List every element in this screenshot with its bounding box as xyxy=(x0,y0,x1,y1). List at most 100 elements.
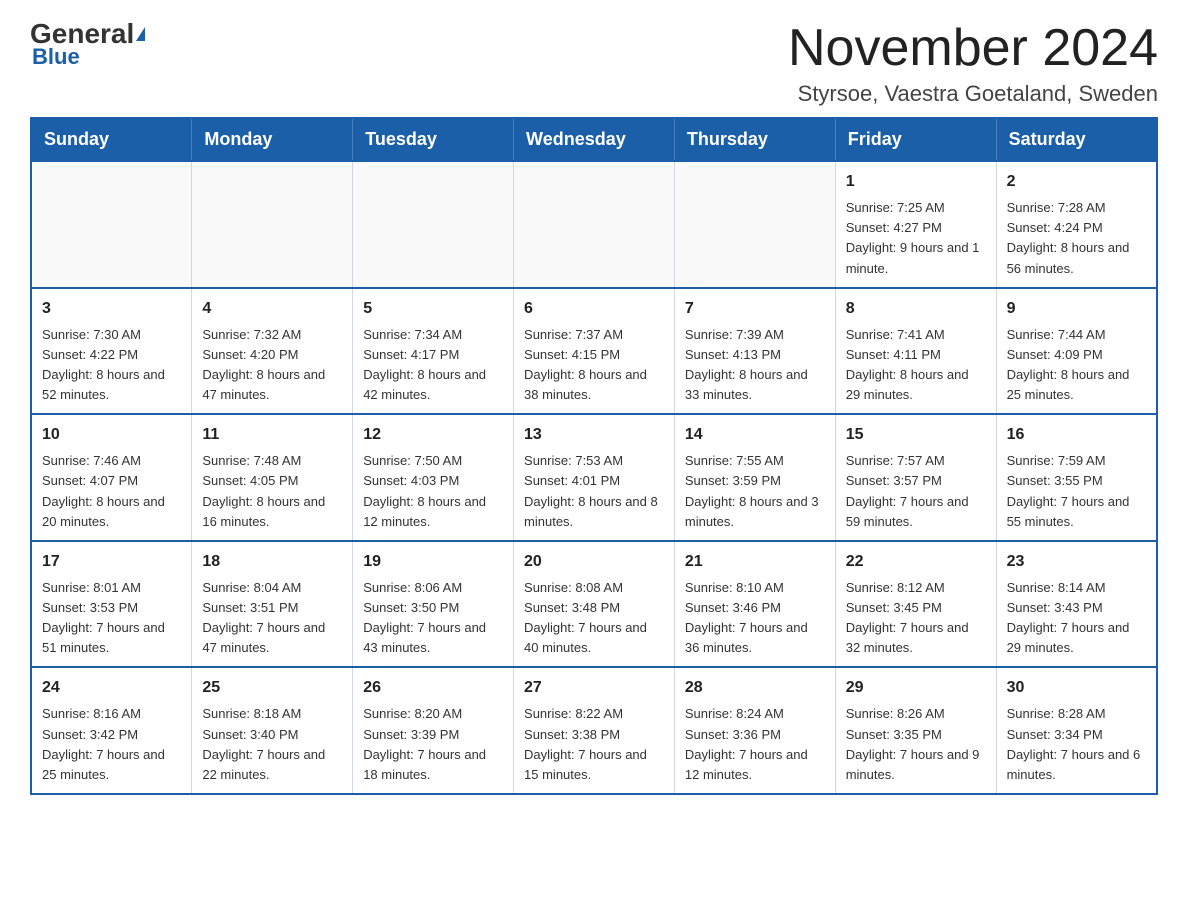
calendar-cell: 27 Sunrise: 8:22 AM Sunset: 3:38 PM Dayli… xyxy=(514,667,675,794)
day-info: Sunrise: 7:50 AM Sunset: 4:03 PM Dayligh… xyxy=(363,451,503,532)
calendar-cell: 22 Sunrise: 8:12 AM Sunset: 3:45 PM Dayli… xyxy=(835,541,996,668)
calendar-cell: 8Sunrise: 7:41 AM Sunset: 4:11 PM Daylig… xyxy=(835,288,996,415)
day-number: 30 xyxy=(1007,676,1146,700)
calendar-cell: 24 Sunrise: 8:16 AM Sunset: 3:42 PM Dayli… xyxy=(31,667,192,794)
column-header-thursday: Thursday xyxy=(674,118,835,161)
day-number: 6 xyxy=(524,297,664,321)
location-title: Styrsoe, Vaestra Goetaland, Sweden xyxy=(788,81,1158,107)
calendar-cell: 10Sunrise: 7:46 AM Sunset: 4:07 PM Dayli… xyxy=(31,414,192,541)
day-number: 20 xyxy=(524,550,664,574)
calendar-cell: 5 Sunrise: 7:34 AM Sunset: 4:17 PM Daylig… xyxy=(353,288,514,415)
calendar-cell: 30 Sunrise: 8:28 AM Sunset: 3:34 PM Dayli… xyxy=(996,667,1157,794)
calendar-week-row: 3 Sunrise: 7:30 AM Sunset: 4:22 PM Daylig… xyxy=(31,288,1157,415)
calendar-cell: 20 Sunrise: 8:08 AM Sunset: 3:48 PM Dayli… xyxy=(514,541,675,668)
day-info: Sunrise: 8:12 AM Sunset: 3:45 PM Dayligh… xyxy=(846,578,986,659)
day-number: 28 xyxy=(685,676,825,700)
day-info: Sunrise: 7:25 AM Sunset: 4:27 PM Dayligh… xyxy=(846,198,986,279)
calendar-cell: 2 Sunrise: 7:28 AM Sunset: 4:24 PM Daylig… xyxy=(996,161,1157,288)
day-number: 7 xyxy=(685,297,825,321)
day-number: 13 xyxy=(524,423,664,447)
month-title: November 2024 xyxy=(788,20,1158,77)
day-info: Sunrise: 7:39 AM Sunset: 4:13 PM Dayligh… xyxy=(685,325,825,406)
calendar-cell: 26Sunrise: 8:20 AM Sunset: 3:39 PM Dayli… xyxy=(353,667,514,794)
day-number: 15 xyxy=(846,423,986,447)
calendar-cell: 4 Sunrise: 7:32 AM Sunset: 4:20 PM Daylig… xyxy=(192,288,353,415)
day-info: Sunrise: 8:26 AM Sunset: 3:35 PM Dayligh… xyxy=(846,704,986,785)
day-info: Sunrise: 7:34 AM Sunset: 4:17 PM Dayligh… xyxy=(363,325,503,406)
day-number: 1 xyxy=(846,170,986,194)
calendar-cell: 1 Sunrise: 7:25 AM Sunset: 4:27 PM Daylig… xyxy=(835,161,996,288)
day-info: Sunrise: 7:59 AM Sunset: 3:55 PM Dayligh… xyxy=(1007,451,1146,532)
column-header-tuesday: Tuesday xyxy=(353,118,514,161)
day-number: 16 xyxy=(1007,423,1146,447)
column-header-sunday: Sunday xyxy=(31,118,192,161)
day-number: 25 xyxy=(202,676,342,700)
calendar-cell xyxy=(31,161,192,288)
logo-blue-text: Blue xyxy=(32,44,80,70)
day-info: Sunrise: 8:16 AM Sunset: 3:42 PM Dayligh… xyxy=(42,704,181,785)
day-info: Sunrise: 8:08 AM Sunset: 3:48 PM Dayligh… xyxy=(524,578,664,659)
calendar-cell: 11 Sunrise: 7:48 AM Sunset: 4:05 PM Dayli… xyxy=(192,414,353,541)
day-number: 21 xyxy=(685,550,825,574)
calendar-cell: 3 Sunrise: 7:30 AM Sunset: 4:22 PM Daylig… xyxy=(31,288,192,415)
calendar-cell: 6 Sunrise: 7:37 AM Sunset: 4:15 PM Daylig… xyxy=(514,288,675,415)
column-header-wednesday: Wednesday xyxy=(514,118,675,161)
day-info: Sunrise: 7:30 AM Sunset: 4:22 PM Dayligh… xyxy=(42,325,181,406)
calendar-cell xyxy=(353,161,514,288)
calendar-table: SundayMondayTuesdayWednesdayThursdayFrid… xyxy=(30,117,1158,795)
day-info: Sunrise: 7:37 AM Sunset: 4:15 PM Dayligh… xyxy=(524,325,664,406)
calendar-cell: 18Sunrise: 8:04 AM Sunset: 3:51 PM Dayli… xyxy=(192,541,353,668)
calendar-cell xyxy=(192,161,353,288)
calendar-week-row: 1 Sunrise: 7:25 AM Sunset: 4:27 PM Daylig… xyxy=(31,161,1157,288)
day-number: 3 xyxy=(42,297,181,321)
page-header: General Blue November 2024 Styrsoe, Vaes… xyxy=(30,20,1158,107)
day-number: 22 xyxy=(846,550,986,574)
day-info: Sunrise: 7:44 AM Sunset: 4:09 PM Dayligh… xyxy=(1007,325,1146,406)
day-info: Sunrise: 7:55 AM Sunset: 3:59 PM Dayligh… xyxy=(685,451,825,532)
calendar-cell: 9 Sunrise: 7:44 AM Sunset: 4:09 PM Daylig… xyxy=(996,288,1157,415)
calendar-cell: 25 Sunrise: 8:18 AM Sunset: 3:40 PM Dayli… xyxy=(192,667,353,794)
day-number: 29 xyxy=(846,676,986,700)
day-info: Sunrise: 7:28 AM Sunset: 4:24 PM Dayligh… xyxy=(1007,198,1146,279)
calendar-cell: 16 Sunrise: 7:59 AM Sunset: 3:55 PM Dayli… xyxy=(996,414,1157,541)
day-number: 24 xyxy=(42,676,181,700)
calendar-cell: 17Sunrise: 8:01 AM Sunset: 3:53 PM Dayli… xyxy=(31,541,192,668)
column-header-saturday: Saturday xyxy=(996,118,1157,161)
calendar-cell xyxy=(674,161,835,288)
calendar-week-row: 17Sunrise: 8:01 AM Sunset: 3:53 PM Dayli… xyxy=(31,541,1157,668)
calendar-cell: 23 Sunrise: 8:14 AM Sunset: 3:43 PM Dayli… xyxy=(996,541,1157,668)
day-info: Sunrise: 8:18 AM Sunset: 3:40 PM Dayligh… xyxy=(202,704,342,785)
day-info: Sunrise: 7:32 AM Sunset: 4:20 PM Dayligh… xyxy=(202,325,342,406)
day-number: 12 xyxy=(363,423,503,447)
day-info: Sunrise: 8:28 AM Sunset: 3:34 PM Dayligh… xyxy=(1007,704,1146,785)
day-info: Sunrise: 7:46 AM Sunset: 4:07 PM Dayligh… xyxy=(42,451,181,532)
calendar-cell: 21 Sunrise: 8:10 AM Sunset: 3:46 PM Dayli… xyxy=(674,541,835,668)
logo: General Blue xyxy=(30,20,145,70)
day-info: Sunrise: 8:22 AM Sunset: 3:38 PM Dayligh… xyxy=(524,704,664,785)
day-info: Sunrise: 8:10 AM Sunset: 3:46 PM Dayligh… xyxy=(685,578,825,659)
calendar-cell: 14Sunrise: 7:55 AM Sunset: 3:59 PM Dayli… xyxy=(674,414,835,541)
day-number: 2 xyxy=(1007,170,1146,194)
day-number: 9 xyxy=(1007,297,1146,321)
day-number: 27 xyxy=(524,676,664,700)
day-info: Sunrise: 7:48 AM Sunset: 4:05 PM Dayligh… xyxy=(202,451,342,532)
day-info: Sunrise: 8:24 AM Sunset: 3:36 PM Dayligh… xyxy=(685,704,825,785)
calendar-cell: 29 Sunrise: 8:26 AM Sunset: 3:35 PM Dayli… xyxy=(835,667,996,794)
day-info: Sunrise: 8:14 AM Sunset: 3:43 PM Dayligh… xyxy=(1007,578,1146,659)
calendar-cell: 13 Sunrise: 7:53 AM Sunset: 4:01 PM Dayli… xyxy=(514,414,675,541)
logo-triangle-icon xyxy=(136,27,145,41)
day-info: Sunrise: 7:53 AM Sunset: 4:01 PM Dayligh… xyxy=(524,451,664,532)
day-number: 4 xyxy=(202,297,342,321)
day-number: 8 xyxy=(846,297,986,321)
day-number: 17 xyxy=(42,550,181,574)
day-number: 5 xyxy=(363,297,503,321)
calendar-cell: 19 Sunrise: 8:06 AM Sunset: 3:50 PM Dayli… xyxy=(353,541,514,668)
calendar-cell xyxy=(514,161,675,288)
calendar-cell: 7 Sunrise: 7:39 AM Sunset: 4:13 PM Daylig… xyxy=(674,288,835,415)
day-number: 19 xyxy=(363,550,503,574)
day-info: Sunrise: 8:20 AM Sunset: 3:39 PM Dayligh… xyxy=(363,704,503,785)
day-info: Sunrise: 8:06 AM Sunset: 3:50 PM Dayligh… xyxy=(363,578,503,659)
day-number: 11 xyxy=(202,423,342,447)
day-number: 23 xyxy=(1007,550,1146,574)
day-info: Sunrise: 8:04 AM Sunset: 3:51 PM Dayligh… xyxy=(202,578,342,659)
